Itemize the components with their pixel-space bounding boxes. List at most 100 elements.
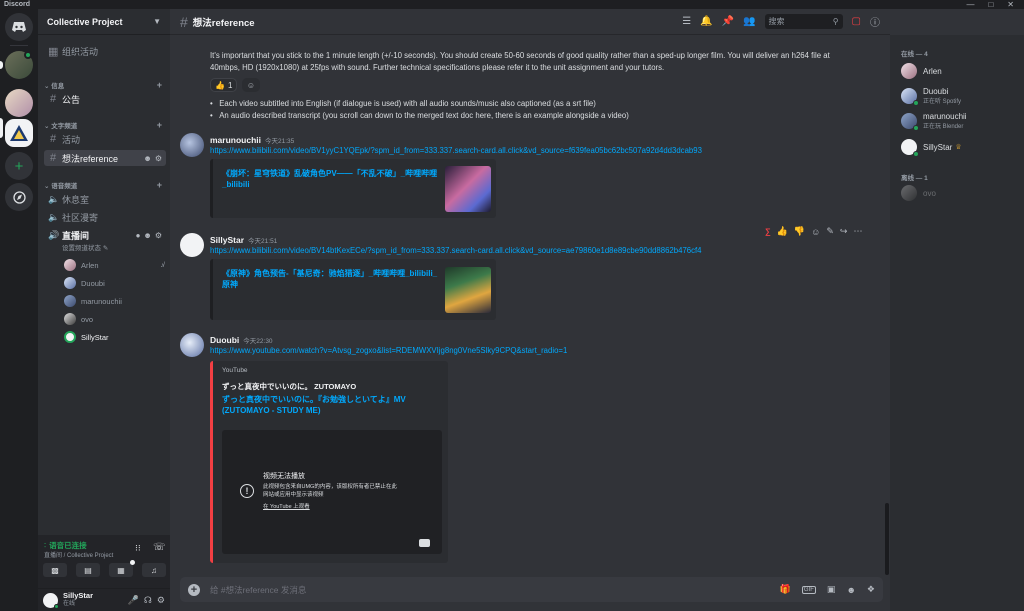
channel-activity[interactable]: # 活动 <box>44 131 166 147</box>
voice-user-duoubi[interactable]: Duoubi <box>64 277 105 289</box>
author-name[interactable]: Duoubi <box>210 335 239 345</box>
home-button[interactable] <box>5 13 33 41</box>
channel-status-setter[interactable]: 设置频道状态 ✎ <box>62 242 108 252</box>
scrollbar-thumb[interactable] <box>885 503 889 575</box>
link-embed: 《原神》角色预告-「基尼奇：驰焰猎逐」_哔哩哔哩_bilibili_原神 <box>210 259 496 320</box>
voice-channel-live[interactable]: 🔊 直播间 ● ☻ ⚙ <box>44 228 166 242</box>
help-icon[interactable]: ⓘ <box>870 14 880 29</box>
close-icon[interactable]: ✕ <box>1007 0 1014 9</box>
author-avatar[interactable] <box>180 133 204 157</box>
timestamp: 今天22:30 <box>243 338 273 345</box>
gear-icon[interactable]: ⚙ <box>157 595 165 606</box>
voice-user-ovo[interactable]: ovo <box>64 313 93 325</box>
voice-user-name: Arlen <box>81 260 99 270</box>
member-arlen[interactable]: Arlen <box>901 63 942 79</box>
member-name: Arlen <box>923 66 942 76</box>
message-link[interactable]: https://www.bilibili.com/video/BV1yyC1YQ… <box>210 146 702 155</box>
add-server-button[interactable]: + <box>5 152 33 180</box>
member-duoubi[interactable]: Duoubi 正在听 Spotify <box>901 87 962 106</box>
emoji-100-icon[interactable]: ∑ <box>765 227 771 236</box>
message-link[interactable]: https://www.bilibili.com/video/BV14btKex… <box>210 246 702 255</box>
threads-icon[interactable]: ☰ <box>682 16 691 27</box>
headphones-icon[interactable]: ☊ <box>144 595 152 606</box>
channel-ideas[interactable]: # 想法reference ☻ ⚙ <box>44 150 166 166</box>
member-marunouchii[interactable]: marunouchii 正在玩 Blender <box>901 112 967 131</box>
emoji-icon[interactable]: ☻ <box>846 585 855 595</box>
reaction-thumbsup[interactable]: 👍 1 <box>210 78 238 92</box>
timestamp: 今天21:35 <box>265 138 295 145</box>
member-list-icon[interactable]: 👥 <box>743 16 755 27</box>
chat-icon[interactable]: ● <box>136 231 141 240</box>
gift-icon[interactable]: 🎁 <box>780 584 791 595</box>
embed-thumbnail[interactable] <box>445 267 491 313</box>
explore-button[interactable] <box>5 183 33 211</box>
thumbs-up-icon[interactable]: 👍 <box>777 226 788 237</box>
message-link[interactable]: https://www.youtube.com/watch?v=Atvsg_zo… <box>210 346 567 355</box>
category-text[interactable]: ⌄ 文字频道 + <box>40 120 166 130</box>
author-avatar[interactable] <box>180 333 204 357</box>
pin-icon[interactable]: 📌 <box>722 16 734 27</box>
camera-off-button[interactable]: ▩ <box>43 563 67 577</box>
voice-channel-rest[interactable]: 🔈 休息室 <box>44 191 166 207</box>
voice-user-arlen[interactable]: Arlen ♪̸ <box>64 259 164 271</box>
category-info[interactable]: ⌄ 信息 + <box>40 80 166 90</box>
category-voice[interactable]: ⌄ 语音频道 + <box>40 180 166 190</box>
edit-icon[interactable]: ✎ <box>826 226 834 237</box>
server-icon-collective-project[interactable] <box>5 119 33 147</box>
invite-icon[interactable]: ☻ <box>143 154 151 163</box>
microphone-icon[interactable]: 🎤 <box>128 595 139 606</box>
add-reaction-icon[interactable]: ☺ <box>811 227 820 237</box>
video-player[interactable]: ! 视频无法播放 此视频包含来自UMG的内容，该版权所有者已禁止在此网站或应用中… <box>222 430 442 554</box>
embed-provider[interactable]: YouTube <box>222 367 248 374</box>
author-avatar[interactable] <box>180 233 204 257</box>
add-attachment-icon[interactable]: + <box>188 583 200 596</box>
noise-suppression-icon[interactable]: ⁝⁝ <box>135 543 141 554</box>
embed-title[interactable]: 《崩坏：星穹铁道》乱破角色PV——「不乱不破」_哔哩哔哩_bilibili <box>222 168 442 190</box>
avatar <box>64 295 76 307</box>
inbox-icon[interactable]: ▢ <box>852 16 861 27</box>
sticker-icon[interactable]: ▣ <box>827 584 836 595</box>
channel-announce[interactable]: # 公告 <box>44 91 166 107</box>
search-input[interactable]: 搜索 ⚲ <box>764 14 843 29</box>
minimize-icon[interactable]: — <box>966 0 974 9</box>
add-channel-icon[interactable]: + <box>157 120 162 130</box>
reply-icon[interactable]: ↪ <box>840 226 848 237</box>
message-composer[interactable]: + 给 #想法reference 发消息 🎁 GIF ▣ ☻ ❖ <box>180 577 883 602</box>
thumbs-down-icon[interactable]: 👎 <box>794 226 805 237</box>
disconnect-icon[interactable]: ☏ <box>153 542 166 553</box>
member-activity: 正在听 Spotify <box>923 99 962 105</box>
voice-user-sillystar[interactable]: SillyStar <box>64 331 109 343</box>
author-name[interactable]: SillyStar <box>210 235 244 245</box>
voice-channel-community[interactable]: 🔈 社区漫寄 <box>44 209 166 225</box>
more-icon[interactable]: ⋯ <box>853 226 862 237</box>
embed-title[interactable]: 《原神》角色预告-「基尼奇：驰焰猎逐」_哔哩哔哩_bilibili_原神 <box>222 268 442 290</box>
embed-thumbnail[interactable] <box>445 166 491 212</box>
watch-on-youtube-link[interactable]: 在 YouTube 上观看 <box>263 502 310 510</box>
message-scrollbar[interactable] <box>885 35 889 575</box>
server-header[interactable]: Collective Project ▼ <box>38 9 170 35</box>
author-name[interactable]: marunouchii <box>210 135 261 145</box>
server-icon-2[interactable] <box>5 89 33 117</box>
voice-location[interactable]: 直播间 / Collective Project <box>44 550 113 559</box>
embed-author[interactable]: ずっと真夜中でいいのに。 ZUTOMAYO <box>222 381 356 392</box>
member-ovo[interactable]: ovo <box>901 185 936 201</box>
soundboard-button[interactable]: ♫ <box>142 563 166 577</box>
channel-events[interactable]: ▦ 组织活动 <box>44 43 166 59</box>
gif-icon[interactable]: GIF <box>801 585 816 594</box>
apps-icon[interactable]: ❖ <box>867 584 875 595</box>
member-sillystar[interactable]: SillyStar ♕ <box>901 139 962 157</box>
add-reaction-button[interactable]: ☺ <box>242 78 260 92</box>
member-list: 在线 — 4 Arlen Duoubi 正在听 Spotify marunouch… <box>890 35 1024 611</box>
embed-title[interactable]: ずっと真夜中でいいのに。『お勉強しといてよ』MV (ZUTOMAYO - STU… <box>222 394 442 416</box>
gear-icon[interactable]: ⚙ <box>155 154 162 163</box>
voice-user-marunouchii[interactable]: marunouchii <box>64 295 122 307</box>
add-channel-icon[interactable]: + <box>157 180 162 190</box>
add-channel-icon[interactable]: + <box>157 80 162 90</box>
user-avatar[interactable] <box>43 592 59 609</box>
screen-share-button[interactable]: ▤ <box>76 563 100 577</box>
activities-button[interactable]: ▦ <box>109 560 135 577</box>
maximize-icon[interactable]: □ <box>988 0 993 9</box>
bell-icon[interactable]: 🔔 <box>700 16 712 27</box>
invite-icon[interactable]: ☻ <box>143 231 151 240</box>
gear-icon[interactable]: ⚙ <box>155 231 162 240</box>
